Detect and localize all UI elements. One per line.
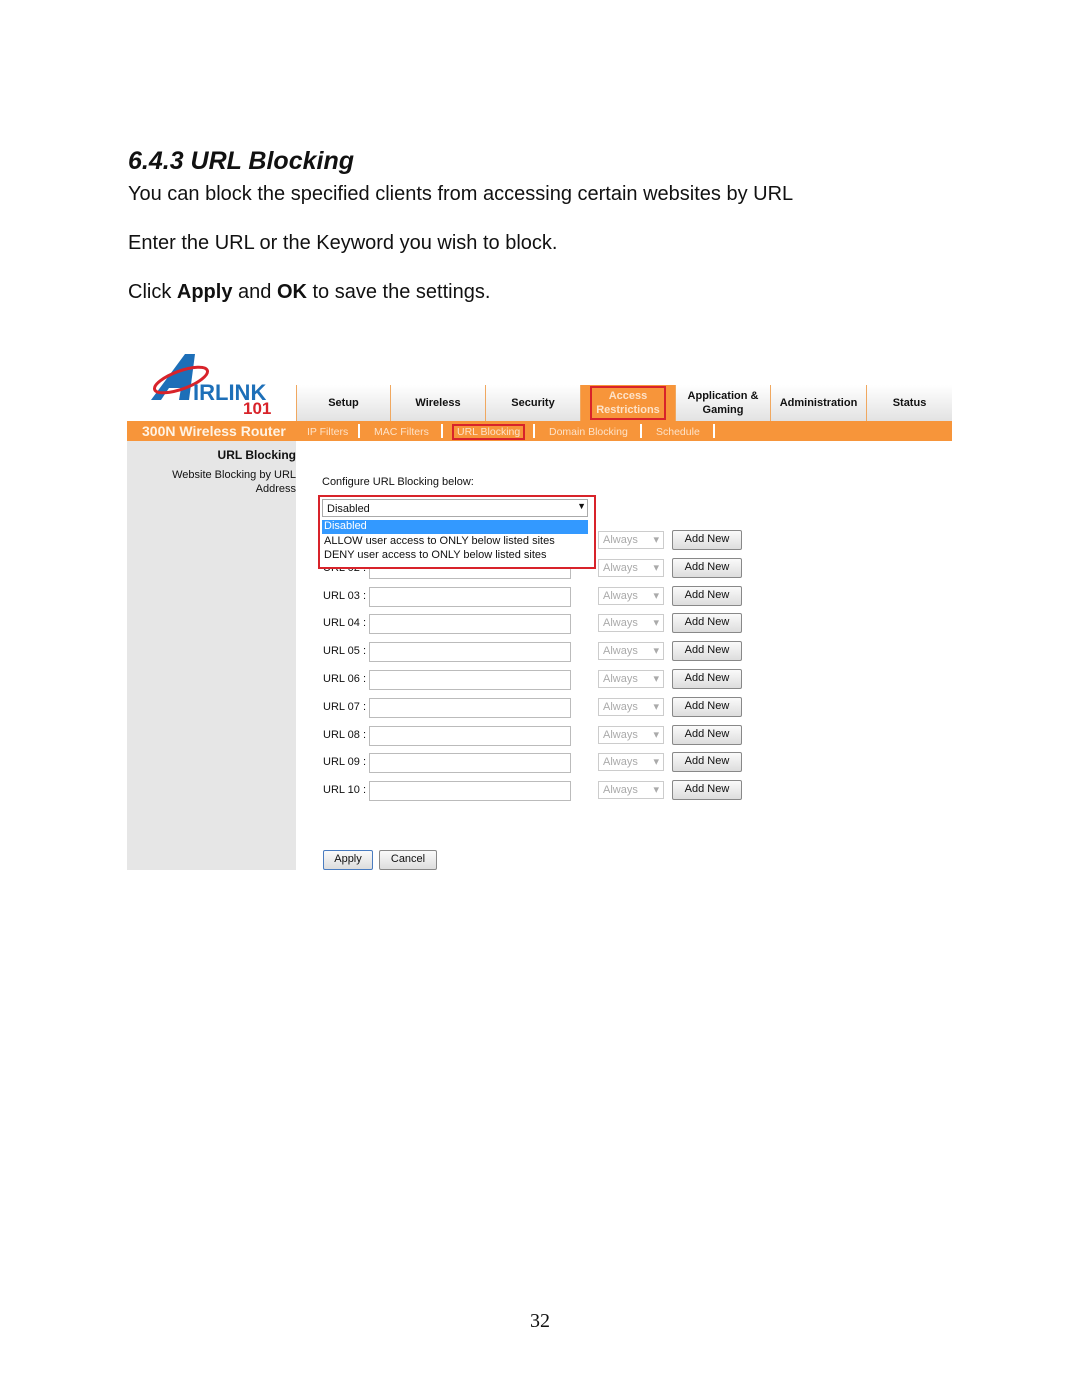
sidebar-desc: Address (255, 483, 296, 495)
add-new-button[interactable]: Add New (672, 752, 742, 773)
url-label: URL 07 : (323, 700, 367, 713)
url-label: URL 09 : (323, 756, 367, 769)
schedule-select[interactable]: Always (598, 558, 664, 577)
divider (640, 424, 642, 438)
url-label: URL 06 : (323, 673, 367, 685)
add-new-button[interactable]: Add New (672, 780, 742, 801)
subtab-schedule[interactable]: Schedule (656, 426, 700, 438)
cancel-button[interactable]: Cancel (379, 850, 437, 870)
subnav-bar: 300N Wireless Router IP Filters MAC Filt… (127, 421, 952, 441)
schedule-select[interactable]: Always (598, 697, 664, 716)
text: Apply (176, 281, 233, 303)
tab-label: Security (511, 397, 555, 409)
url-input[interactable] (369, 614, 571, 635)
add-new-button[interactable]: Add New (672, 585, 742, 606)
add-new-button[interactable]: Add New (672, 696, 742, 717)
tab-label: Access Restrictions (590, 386, 666, 420)
divider (441, 424, 443, 438)
url-label: URL 10 : (323, 784, 367, 797)
url-input[interactable] (369, 725, 571, 746)
apply-button[interactable]: Apply (323, 850, 373, 870)
mode-select[interactable]: Disabled (322, 499, 588, 517)
chevron-down-icon: ▼ (577, 501, 586, 511)
add-new-button[interactable]: Add New (672, 557, 742, 578)
add-new-button[interactable]: Add New (672, 641, 742, 662)
brand-label: 300N Wireless Router (142, 423, 286, 439)
mode-dropdown[interactable]: Disabled ▼ Disabled ALLOW user access to… (318, 495, 596, 569)
url-input[interactable] (369, 670, 571, 690)
schedule-select[interactable]: Always (598, 781, 664, 800)
paragraph: Enter the URL or the Keyword you wish to… (128, 232, 558, 254)
divider (713, 424, 715, 438)
add-new-button[interactable]: Add New (672, 669, 742, 689)
airlink-logo: IRLINK 101 (151, 354, 271, 418)
subtab-domain-blocking[interactable]: Domain Blocking (549, 426, 628, 438)
tab-administration[interactable]: Administration (770, 385, 866, 421)
option-disabled[interactable]: Disabled (322, 520, 588, 534)
section-heading: 6.4.3 URL Blocking (128, 147, 354, 175)
text: to save the settings. (306, 281, 491, 303)
add-new-button[interactable]: Add New (672, 724, 742, 745)
tab-access-restrictions[interactable]: Access Restrictions (580, 385, 675, 421)
option-deny[interactable]: DENY user access to ONLY below listed si… (324, 549, 547, 561)
tab-setup[interactable]: Setup (296, 385, 390, 421)
url-input[interactable] (369, 642, 571, 663)
schedule-select[interactable]: Always (598, 670, 664, 688)
router-screenshot: IRLINK 101 Setup Wireless Security Access R… (127, 350, 952, 870)
schedule-select[interactable]: Always (598, 642, 664, 661)
text: and (232, 281, 277, 303)
schedule-select[interactable]: Always (598, 753, 664, 772)
schedule-select[interactable]: Always (598, 586, 664, 605)
tab-label: Application & Gaming (687, 390, 759, 416)
tab-label: Administration (779, 397, 858, 409)
svg-text:101: 101 (243, 399, 271, 418)
paragraph: You can block the specified clients from… (128, 183, 794, 205)
url-label: URL 08 : (323, 728, 367, 741)
sidebar-desc: Website Blocking by URL (172, 469, 296, 481)
url-input[interactable] (369, 586, 571, 607)
url-input[interactable] (369, 753, 571, 774)
url-label: URL 05 : (323, 645, 367, 658)
tab-label: Setup (328, 397, 359, 409)
option-allow[interactable]: ALLOW user access to ONLY below listed s… (324, 535, 555, 547)
sidebar: URL Blocking Website Blocking by URL Add… (127, 441, 296, 870)
schedule-select[interactable]: Always (598, 531, 664, 549)
tab-status[interactable]: Status (866, 385, 952, 421)
schedule-select[interactable]: Always (598, 614, 664, 633)
configure-label: Configure URL Blocking below: (322, 476, 474, 488)
subtab-url-blocking[interactable]: URL Blocking (452, 424, 526, 440)
text: OK (276, 281, 307, 303)
url-input[interactable] (369, 697, 571, 718)
divider (533, 424, 535, 438)
tab-label: Wireless (415, 397, 461, 409)
schedule-select[interactable]: Always (598, 725, 664, 744)
manual-page: 6.4.3 URL Blocking You can block the spe… (0, 0, 1080, 1397)
divider (358, 424, 360, 438)
paragraph: Click Apply and OK to save the settings. (128, 281, 490, 304)
subtab-ip-filters[interactable]: IP Filters (307, 426, 348, 438)
tab-wireless[interactable]: Wireless (390, 385, 485, 421)
tab-security[interactable]: Security (485, 385, 580, 421)
text: Click (128, 281, 177, 303)
add-new-button[interactable]: Add New (672, 613, 742, 634)
url-label: URL 03 : (323, 589, 367, 602)
subtab-mac-filters[interactable]: MAC Filters (374, 426, 429, 438)
tab-application-gaming[interactable]: Application & Gaming (675, 385, 770, 421)
url-label: URL 04 : (323, 617, 367, 630)
add-new-button[interactable]: Add New (672, 530, 742, 550)
url-input[interactable] (369, 781, 571, 802)
tab-label: Status (892, 397, 927, 409)
sidebar-title: URL Blocking (217, 448, 296, 462)
page-number: 32 (530, 1310, 550, 1332)
